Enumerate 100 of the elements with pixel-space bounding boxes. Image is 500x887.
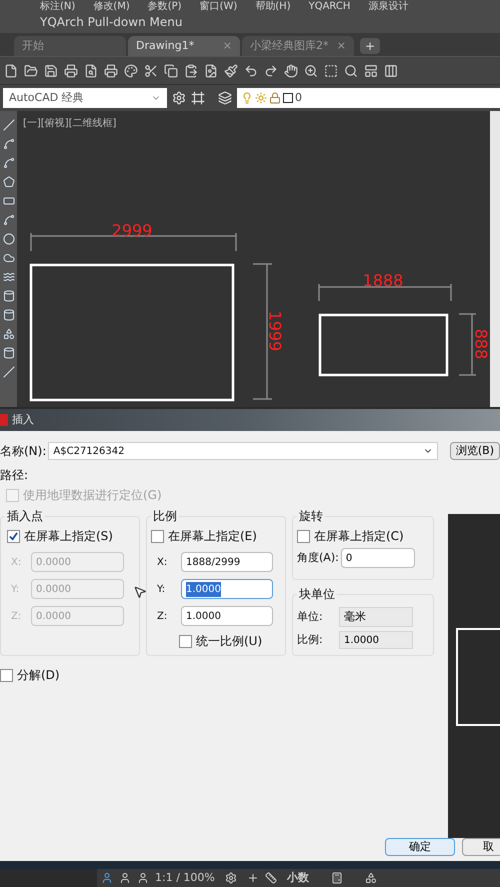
paste-block-icon[interactable] — [204, 64, 218, 78]
group-title: 块单位 — [297, 586, 337, 602]
workspace-dropdown[interactable]: AutoCAD 经典 — [3, 88, 167, 108]
mouse-cursor-icon — [133, 585, 147, 599]
properties-icon[interactable] — [364, 64, 378, 78]
name-dropdown[interactable]: A$C27126342 — [48, 442, 438, 460]
unit-field: 毫米 — [339, 607, 413, 627]
draw-tool-icon[interactable] — [2, 309, 14, 321]
palette-icon[interactable] — [124, 64, 138, 78]
scale-field[interactable]: 1888/2999 — [181, 552, 273, 572]
preview-icon[interactable] — [84, 64, 98, 78]
lightbulb-icon — [241, 92, 253, 104]
cut-icon[interactable] — [144, 64, 158, 78]
cancel-button[interactable]: 取 — [462, 838, 500, 856]
coordinate-label: X: — [11, 556, 22, 570]
dialog-body: 名称(N): A$C27126342 浏览(B) 路径: 使用地理数据进行定位(G) 插入点 在屏幕上指定(S) X: 0.0000 Y: 0.0000 Z: 0.0000 比例 在屏幕上指定(E) X: 1888/2999 Y: 1.0000 Z: 1.0000 统一比例(U) 旋转 在屏幕上指定(C) 角度(A): 0 块单位 单位: 毫米 比例: 1.0000 分解(D) 确定 取 — [0, 431, 500, 861]
annotation-scale-icon[interactable] — [101, 872, 113, 884]
menu-item[interactable]: 修改(M) — [93, 0, 130, 13]
checkbox-label: 在屏幕上指定(C) — [314, 528, 404, 545]
ruler-icon[interactable] — [264, 872, 277, 884]
checkbox-label: 分解(D) — [17, 667, 60, 684]
angle-field[interactable]: 0 — [340, 548, 415, 568]
draw-tool-icon[interactable] — [2, 271, 14, 283]
draw-tool-icon[interactable] — [2, 176, 14, 188]
copy-icon[interactable] — [164, 64, 178, 78]
calculator-icon[interactable] — [330, 872, 343, 884]
group-title: 旋转 — [297, 508, 325, 524]
save-icon[interactable] — [44, 64, 58, 78]
menu-item[interactable]: 源泉设计 — [368, 0, 408, 13]
new-tab-button[interactable]: + — [360, 38, 380, 54]
checkbox-label: 在屏幕上指定(E) — [168, 528, 257, 545]
draw-tool-icon[interactable] — [2, 328, 14, 340]
zoom-window-icon[interactable] — [324, 64, 338, 78]
menu-item[interactable]: 窗口(W) — [200, 0, 238, 13]
checkbox[interactable] — [0, 668, 13, 682]
dimension-line — [458, 313, 477, 376]
file-tab[interactable]: 开始 — [14, 36, 126, 56]
draw-tool-icon[interactable] — [2, 366, 14, 378]
layer-dropdown[interactable]: 0 — [237, 88, 500, 108]
group-title: 插入点 — [5, 508, 45, 524]
undo-icon[interactable] — [244, 64, 258, 78]
file-tab[interactable]: 小梁经典图库2* × — [242, 36, 354, 56]
draw-tool-icon[interactable] — [2, 252, 14, 264]
scale-field[interactable]: 1.0000 — [181, 579, 273, 599]
scale-status[interactable]: 1:1 / 100% — [155, 870, 215, 886]
layers-icon[interactable] — [218, 91, 232, 105]
plus-icon[interactable] — [246, 872, 259, 884]
draw-tool-icon[interactable] — [2, 233, 14, 245]
file-tab[interactable]: Drawing1* × — [128, 36, 240, 56]
coordinate-label: Y: — [11, 582, 20, 596]
draw-tool-icon[interactable] — [2, 195, 14, 207]
checkbox[interactable] — [179, 634, 192, 648]
zoom-previous-icon[interactable] — [344, 64, 358, 78]
angle-label: 角度(A): — [297, 550, 339, 566]
checkbox[interactable] — [297, 530, 310, 542]
browse-button[interactable]: 浏览(B) — [450, 442, 500, 460]
menu-item[interactable]: YQARCH — [308, 0, 350, 13]
draw-tool-icon[interactable] — [2, 347, 14, 359]
menu-item[interactable]: 参数(P) — [148, 0, 182, 13]
match-properties-icon[interactable] — [224, 64, 238, 78]
draw-tool-icon[interactable] — [2, 157, 14, 169]
ok-button[interactable]: 确定 — [385, 838, 455, 856]
redo-icon[interactable] — [264, 64, 278, 78]
app-logo-icon — [0, 414, 8, 426]
auto-scale-icon[interactable] — [137, 872, 149, 884]
scale-field[interactable]: 1.0000 — [181, 606, 273, 626]
menu-item[interactable]: 帮助(H) — [255, 0, 291, 13]
check-icon — [9, 532, 18, 540]
draw-tool-icon[interactable] — [2, 290, 14, 302]
paste-icon[interactable] — [184, 64, 198, 78]
unit-scale-field: 1.0000 — [339, 631, 413, 649]
open-folder-icon[interactable] — [24, 64, 38, 78]
viewport-label[interactable]: [一][俯视][二维线框] — [23, 116, 116, 131]
scale-label: Y: — [157, 582, 166, 596]
checkbox-label: 在屏幕上指定(S) — [24, 528, 113, 545]
plot-icon[interactable] — [104, 64, 118, 78]
units-status[interactable]: 小数 — [286, 870, 309, 886]
pan-icon[interactable] — [284, 64, 298, 78]
menu-item[interactable]: YQArch Pull-down Menu — [40, 14, 182, 30]
checkbox[interactable] — [151, 530, 164, 542]
new-file-icon[interactable] — [4, 64, 18, 78]
draw-tool-icon[interactable] — [2, 119, 14, 131]
settings-icon[interactable] — [172, 91, 186, 105]
color-swatch-icon — [283, 93, 293, 103]
settings-icon[interactable] — [224, 872, 237, 884]
checkbox[interactable] — [7, 530, 20, 542]
annotation-visibility-icon[interactable] — [119, 872, 131, 884]
coordinate-label: Z: — [11, 610, 22, 624]
draw-tool-icon[interactable] — [2, 214, 14, 226]
design-center-icon[interactable] — [384, 64, 398, 78]
dimension-text: 888 — [472, 328, 490, 360]
zoom-icon[interactable] — [304, 64, 318, 78]
dialog-title: 插入 — [12, 412, 34, 428]
print-icon[interactable] — [64, 64, 78, 78]
frame-icon[interactable] — [191, 91, 205, 105]
menu-item[interactable]: 标注(N) — [40, 0, 76, 13]
scrollbar[interactable] — [490, 111, 500, 407]
shapes-icon[interactable] — [364, 872, 377, 884]
draw-tool-icon[interactable] — [2, 138, 14, 150]
dimension-text: 1888 — [362, 271, 404, 290]
